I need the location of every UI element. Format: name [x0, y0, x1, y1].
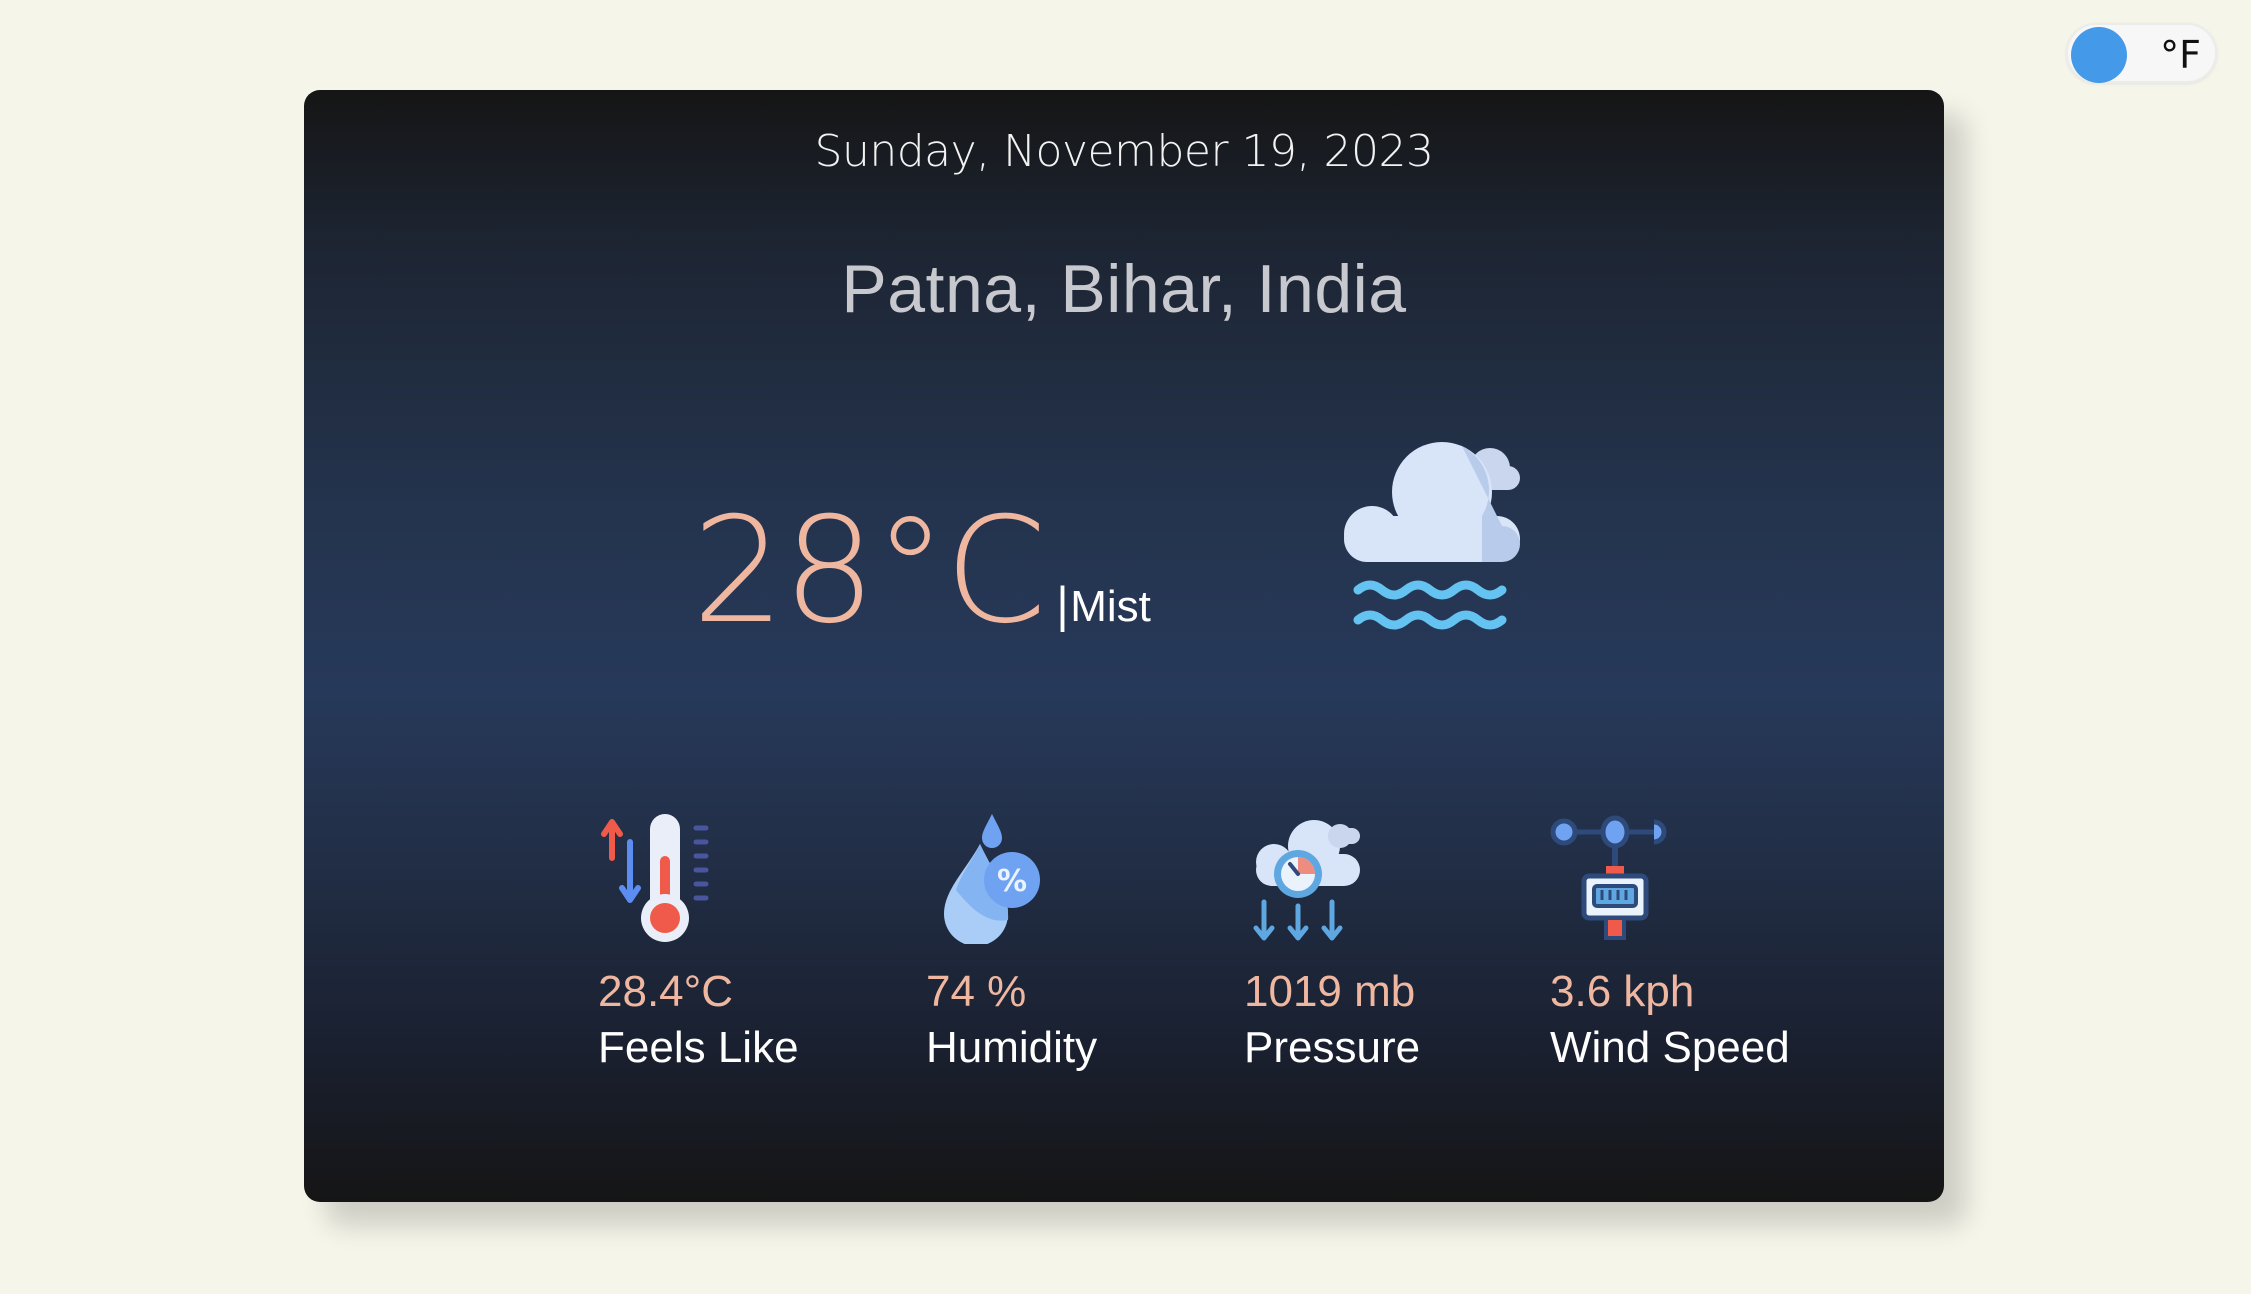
pressure-value: 1019 mb — [1244, 967, 1416, 1016]
weather-card: Sunday, November 19, 2023 Patna, Bihar, … — [304, 90, 1944, 1202]
pressure-label: Pressure — [1244, 1023, 1421, 1072]
pressure-gauge-icon — [1253, 820, 1360, 941]
wind-speed-value: 3.6 kph — [1550, 967, 1695, 1016]
feels-like-value: 28.4°C — [598, 967, 734, 1016]
toggle-unit-label: °F — [2160, 33, 2201, 77]
thermometer-icon — [601, 814, 709, 942]
date-text: Sunday, November 19, 2023 — [814, 126, 1434, 177]
feels-like-label: Feels Like — [598, 1023, 799, 1072]
unit-toggle[interactable]: °F — [2066, 23, 2217, 83]
svg-text:%: % — [997, 864, 1027, 899]
temperature-separator: | — [1054, 578, 1071, 632]
stat-feels-like: 28.4°C Feels Like — [598, 814, 878, 1076]
stat-wind-speed: 3.6 kph Wind Speed — [1550, 814, 1830, 1076]
stats-row: 28.4°C Feels Like % 74 % Humidity 1019 m… — [304, 814, 1944, 1174]
humidity-drop-icon: % — [944, 814, 1040, 944]
mist-cloud-icon — [1344, 442, 1520, 630]
temperature-block: 28°C |Mist — [692, 486, 1151, 726]
humidity-label: Humidity — [926, 1023, 1098, 1072]
temperature-value: 28°C — [692, 486, 1047, 656]
location-text: Patna, Bihar, India — [841, 251, 1407, 327]
toggle-knob[interactable] — [2071, 27, 2127, 83]
anemometer-icon — [1550, 815, 1667, 940]
wind-speed-label: Wind Speed — [1550, 1023, 1790, 1072]
condition-text: Mist — [1070, 582, 1151, 631]
stat-pressure: 1019 mb Pressure — [1244, 814, 1524, 1076]
stat-humidity: % 74 % Humidity — [926, 814, 1206, 1076]
humidity-value: 74 % — [926, 967, 1027, 1016]
